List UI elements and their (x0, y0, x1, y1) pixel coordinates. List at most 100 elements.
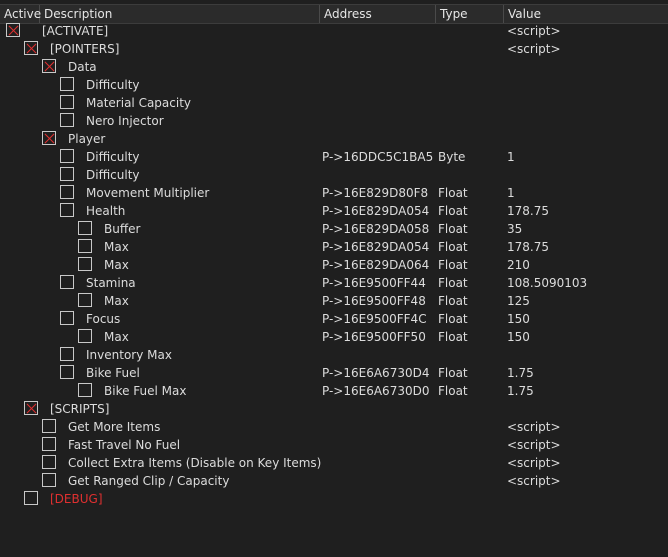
row-value[interactable]: 1.75 (507, 382, 534, 400)
unchecked-checkbox-icon[interactable] (78, 329, 92, 343)
unchecked-checkbox-icon[interactable] (60, 167, 74, 181)
row-type: Float (438, 366, 468, 380)
table-row[interactable]: Max P->16E9500FF50 Float 150 (0, 328, 668, 346)
table-row[interactable]: Focus P->16E9500FF4C Float 150 (0, 310, 668, 328)
unchecked-checkbox-icon[interactable] (60, 185, 74, 199)
unchecked-checkbox-icon[interactable] (60, 77, 74, 91)
row-value[interactable]: 150 (507, 328, 530, 346)
unchecked-checkbox-icon[interactable] (78, 221, 92, 235)
table-row[interactable]: [SCRIPTS] (0, 400, 668, 418)
row-value[interactable]: <script> (507, 436, 561, 454)
row-type: Float (438, 258, 468, 272)
column-header-address[interactable]: Address (320, 5, 436, 23)
row-type: Float (438, 204, 468, 218)
row-value[interactable]: 1 (507, 184, 515, 202)
unchecked-checkbox-icon[interactable] (60, 347, 74, 361)
row-value[interactable]: 210 (507, 256, 530, 274)
unchecked-checkbox-icon[interactable] (60, 149, 74, 163)
checked-checkbox-icon[interactable] (6, 23, 20, 37)
row-address: P->16E829D80F8 (322, 186, 429, 200)
unchecked-checkbox-icon[interactable] (60, 203, 74, 217)
row-description: [POINTERS] (50, 42, 120, 56)
table-row[interactable]: Difficulty (0, 76, 668, 94)
table-row[interactable]: Fast Travel No Fuel <script> (0, 436, 668, 454)
unchecked-checkbox-icon[interactable] (24, 491, 38, 505)
table-row[interactable]: Nero Injector (0, 112, 668, 130)
row-description: Max (104, 330, 129, 344)
row-value[interactable]: <script> (507, 472, 561, 490)
column-header-type[interactable]: Type (436, 5, 504, 23)
unchecked-checkbox-icon[interactable] (60, 113, 74, 127)
table-row[interactable]: Buffer P->16E829DA058 Float 35 (0, 220, 668, 238)
row-value[interactable]: 150 (507, 310, 530, 328)
table-row[interactable]: [DEBUG] (0, 490, 668, 508)
row-description: Max (104, 258, 129, 272)
table-row[interactable]: Player (0, 130, 668, 148)
row-value[interactable]: 1.75 (507, 364, 534, 382)
row-description: Fast Travel No Fuel (68, 438, 181, 452)
row-description: Nero Injector (86, 114, 164, 128)
row-value[interactable]: 1 (507, 148, 515, 166)
table-row[interactable]: Stamina P->16E9500FF44 Float 108.5090103 (0, 274, 668, 292)
unchecked-checkbox-icon[interactable] (60, 311, 74, 325)
table-row[interactable]: Health P->16E829DA054 Float 178.75 (0, 202, 668, 220)
unchecked-checkbox-icon[interactable] (42, 437, 56, 451)
row-type: Float (438, 312, 468, 326)
table-row[interactable]: Max P->16E829DA064 Float 210 (0, 256, 668, 274)
unchecked-checkbox-icon[interactable] (60, 275, 74, 289)
unchecked-checkbox-icon[interactable] (60, 95, 74, 109)
column-header-value[interactable]: Value (504, 5, 668, 23)
row-type: Float (438, 294, 468, 308)
row-address: P->16E9500FF50 (322, 330, 426, 344)
table-row[interactable]: Max P->16E9500FF48 Float 125 (0, 292, 668, 310)
row-value[interactable]: <script> (507, 40, 561, 58)
column-header-description[interactable]: Description (40, 5, 320, 23)
row-value[interactable]: <script> (507, 22, 561, 40)
row-address: P->16E9500FF4C (322, 312, 427, 326)
row-value[interactable]: 178.75 (507, 202, 549, 220)
table-row[interactable]: Max P->16E829DA054 Float 178.75 (0, 238, 668, 256)
unchecked-checkbox-icon[interactable] (78, 257, 92, 271)
table-row[interactable]: Movement Multiplier P->16E829D80F8 Float 1 (0, 184, 668, 202)
table-row[interactable]: Difficulty (0, 166, 668, 184)
table-row[interactable]: Material Capacity (0, 94, 668, 112)
column-header-active[interactable]: Active (0, 5, 41, 23)
table-row[interactable]: [ACTIVATE] <script> (0, 22, 668, 40)
unchecked-checkbox-icon[interactable] (78, 239, 92, 253)
row-description: Max (104, 240, 129, 254)
row-value[interactable]: <script> (507, 418, 561, 436)
row-value[interactable]: 35 (507, 220, 522, 238)
row-description: Difficulty (86, 78, 140, 92)
row-description: Bike Fuel Max (104, 384, 187, 398)
row-value[interactable]: 108.5090103 (507, 274, 587, 292)
table-row[interactable]: Get Ranged Clip / Capacity <script> (0, 472, 668, 490)
table-row[interactable]: Collect Extra Items (Disable on Key Item… (0, 454, 668, 472)
row-type: Float (438, 240, 468, 254)
row-value[interactable]: <script> (507, 454, 561, 472)
unchecked-checkbox-icon[interactable] (42, 419, 56, 433)
unchecked-checkbox-icon[interactable] (60, 365, 74, 379)
unchecked-checkbox-icon[interactable] (78, 293, 92, 307)
row-type: Float (438, 384, 468, 398)
table-row[interactable]: Inventory Max (0, 346, 668, 364)
row-address: P->16E829DA064 (322, 258, 430, 272)
unchecked-checkbox-icon[interactable] (78, 383, 92, 397)
unchecked-checkbox-icon[interactable] (42, 473, 56, 487)
row-address: P->16E6A6730D0 (322, 384, 430, 398)
row-value[interactable]: 178.75 (507, 238, 549, 256)
row-description: Player (68, 132, 106, 146)
unchecked-checkbox-icon[interactable] (42, 455, 56, 469)
table-row[interactable]: Bike Fuel P->16E6A6730D4 Float 1.75 (0, 364, 668, 382)
table-row[interactable]: [POINTERS] <script> (0, 40, 668, 58)
checked-checkbox-icon[interactable] (24, 41, 38, 55)
row-value[interactable]: 125 (507, 292, 530, 310)
table-row[interactable]: Difficulty P->16DDC5C1BA5 Byte 1 (0, 148, 668, 166)
row-description: Buffer (104, 222, 141, 236)
checked-checkbox-icon[interactable] (42, 131, 56, 145)
checked-checkbox-icon[interactable] (42, 59, 56, 73)
row-description: Difficulty (86, 150, 140, 164)
table-row[interactable]: Data (0, 58, 668, 76)
table-row[interactable]: Get More Items <script> (0, 418, 668, 436)
table-row[interactable]: Bike Fuel Max P->16E6A6730D0 Float 1.75 (0, 382, 668, 400)
checked-checkbox-icon[interactable] (24, 401, 38, 415)
